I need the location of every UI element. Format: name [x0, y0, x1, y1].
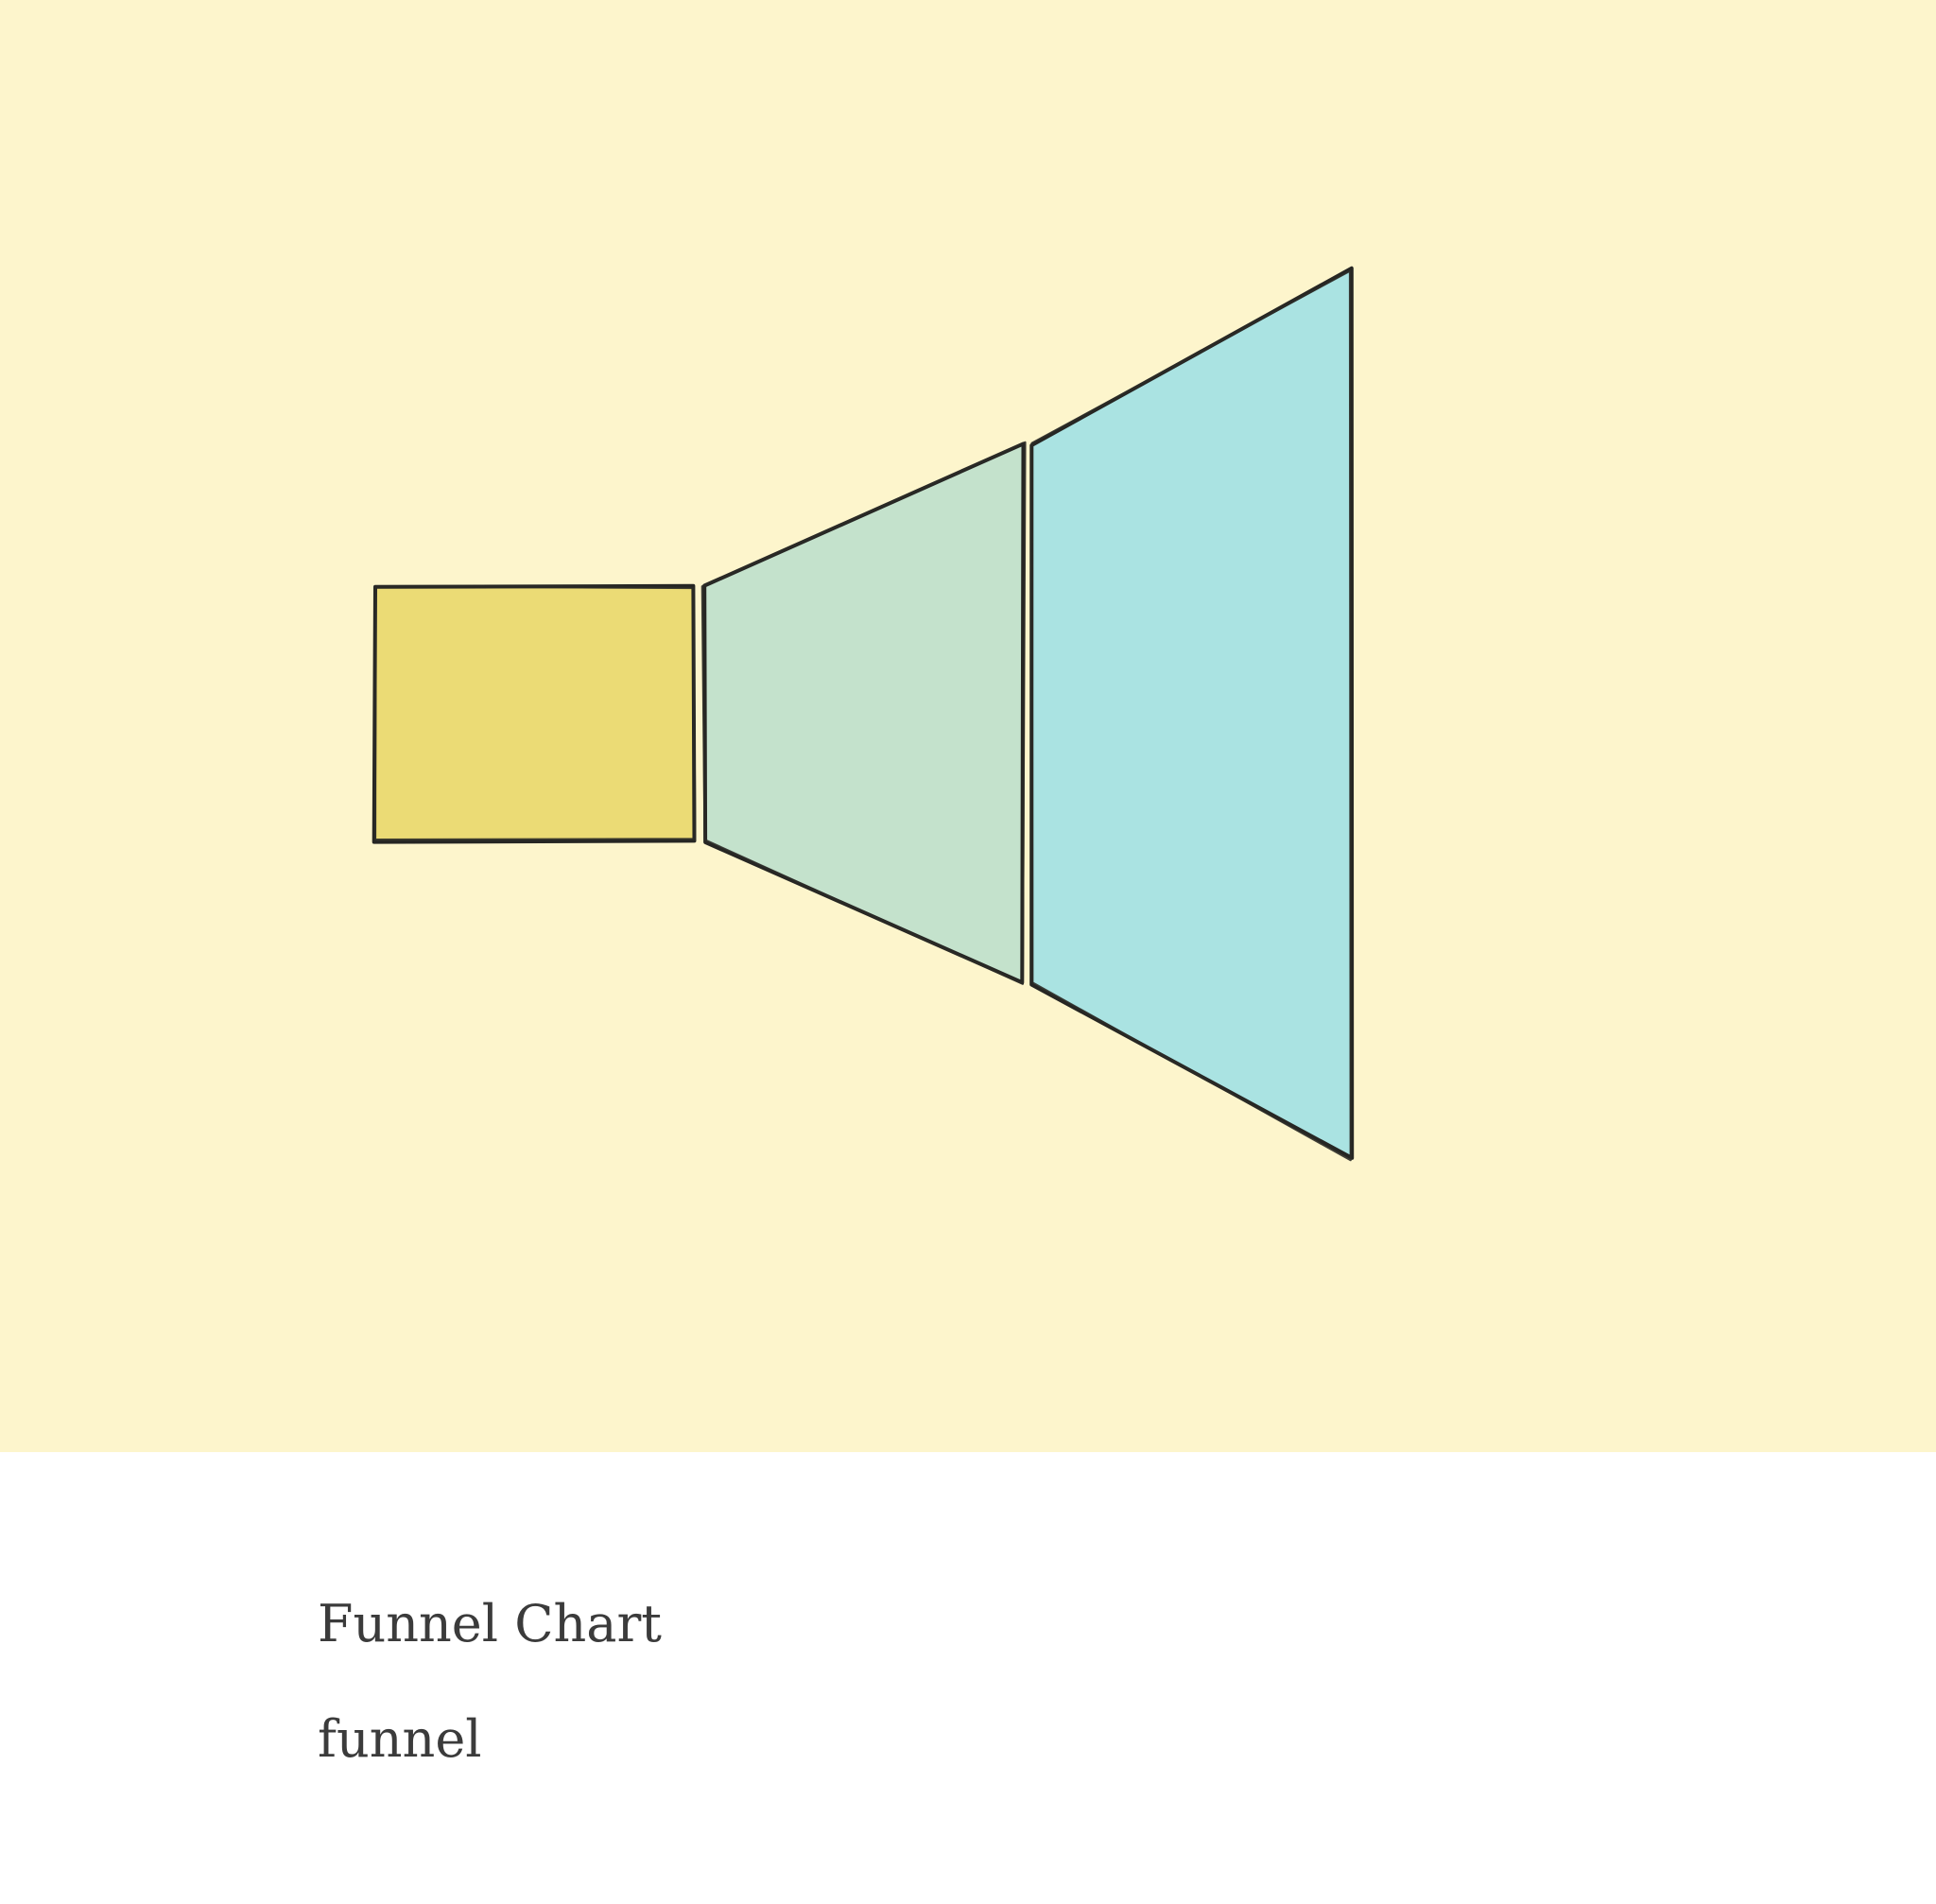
chart-caption-subtitle: funnel: [318, 1709, 482, 1769]
funnel-stage-fill: [375, 586, 695, 841]
chart-caption-title: Funnel Chart: [318, 1594, 662, 1653]
funnel-chart: [0, 0, 1936, 1452]
caption-panel: Funnel Chart funnel: [0, 1452, 1936, 1904]
chart-canvas: [0, 0, 1936, 1452]
funnel-stage-1: [372, 583, 697, 844]
